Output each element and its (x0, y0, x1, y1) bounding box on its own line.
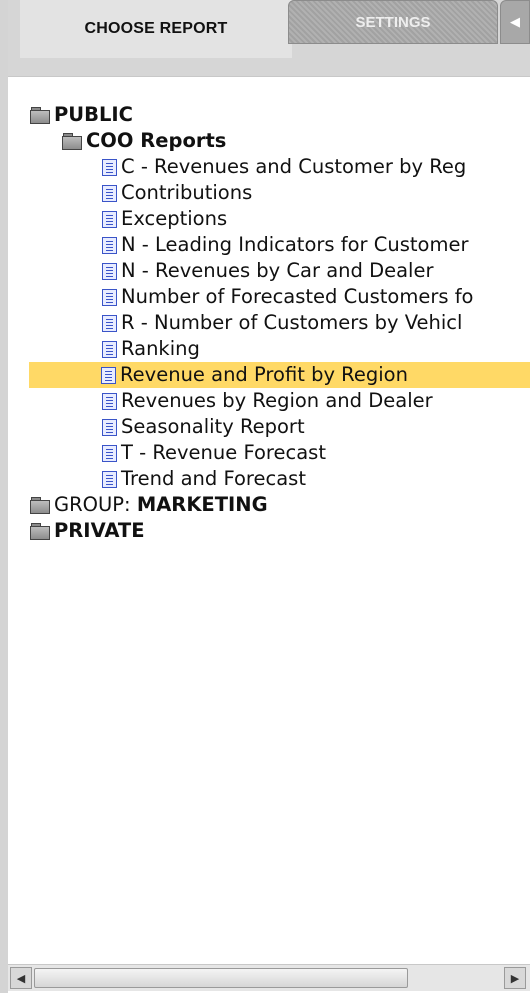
report-item-label: Exceptions (121, 207, 228, 230)
report-item-label: N - Leading Indicators for Customer (121, 233, 469, 256)
report-item[interactable]: Contributions (30, 180, 530, 206)
report-item-label: C - Revenues and Customer by Reg (121, 155, 467, 178)
arrow-left-icon: ◀ (510, 14, 520, 30)
document-icon (102, 236, 117, 254)
report-item-label: N - Revenues by Car and Dealer (121, 259, 434, 282)
report-item[interactable]: Number of Forecasted Customers fo (30, 284, 530, 310)
report-tree: PUBLIC COO Reports C - Revenues and Cust… (29, 102, 530, 544)
tab-strip: CHOOSE REPORT SETTINGS ◀ (8, 0, 530, 77)
document-icon (102, 288, 117, 306)
group-name: MARKETING (136, 493, 268, 516)
document-icon (102, 418, 117, 436)
report-item-label: Ranking (121, 337, 200, 360)
tree-node-label: PUBLIC (54, 103, 133, 126)
report-item[interactable]: Exceptions (30, 206, 530, 232)
document-icon (101, 366, 116, 384)
scrollbar-thumb[interactable] (34, 968, 408, 988)
tree-node-label: COO Reports (86, 129, 227, 152)
document-icon (102, 184, 117, 202)
report-item-label: Trend and Forecast (121, 467, 306, 490)
report-item[interactable]: Ranking (30, 336, 530, 362)
tab-scroll-left-button[interactable]: ◀ (500, 0, 530, 44)
document-icon (102, 314, 117, 332)
report-item-label: Seasonality Report (121, 415, 305, 438)
document-icon (102, 444, 117, 462)
report-chooser-panel: CHOOSE REPORT SETTINGS ◀ PUBLIC COO Repo… (0, 0, 530, 993)
document-icon (102, 210, 117, 228)
tab-choose-report[interactable]: CHOOSE REPORT (20, 0, 292, 58)
folder-icon (62, 133, 82, 150)
horizontal-scrollbar[interactable]: ◀ ▶ (8, 964, 530, 991)
report-item[interactable]: R - Number of Customers by Vehicl (30, 310, 530, 336)
tab-settings[interactable]: SETTINGS (288, 0, 498, 44)
report-item[interactable]: Seasonality Report (30, 414, 530, 440)
document-icon (102, 158, 117, 176)
tree-node-label: GROUP: MARKETING (54, 492, 268, 518)
group-prefix: GROUP: (54, 493, 137, 516)
folder-icon (30, 497, 50, 514)
report-item[interactable]: T - Revenue Forecast (30, 440, 530, 466)
report-item-label: Number of Forecasted Customers fo (121, 285, 474, 308)
arrow-left-icon: ◀ (16, 971, 26, 985)
document-icon (102, 340, 117, 358)
document-icon (102, 392, 117, 410)
report-item-label: R - Number of Customers by Vehicl (121, 311, 463, 334)
tree-node-coo-reports[interactable]: COO Reports (30, 128, 530, 154)
report-item-label: T - Revenue Forecast (121, 441, 326, 464)
report-item[interactable]: Revenue and Profit by Region (29, 362, 530, 388)
report-item[interactable]: N - Leading Indicators for Customer (30, 232, 530, 258)
report-item[interactable]: C - Revenues and Customer by Reg (30, 154, 530, 180)
tree-node-public[interactable]: PUBLIC (30, 102, 530, 128)
scroll-right-button[interactable]: ▶ (504, 967, 526, 989)
tree-node-group-marketing[interactable]: GROUP: MARKETING (30, 492, 530, 518)
report-item[interactable]: Revenues by Region and Dealer (30, 388, 530, 414)
tree-node-private[interactable]: PRIVATE (30, 518, 530, 544)
folder-icon (30, 523, 50, 540)
document-icon (102, 262, 117, 280)
tree-node-label: PRIVATE (54, 519, 145, 542)
document-icon (102, 470, 117, 488)
folder-icon (30, 107, 50, 124)
report-item[interactable]: N - Revenues by Car and Dealer (30, 258, 530, 284)
report-item[interactable]: Trend and Forecast (30, 466, 530, 492)
scroll-left-button[interactable]: ◀ (10, 967, 32, 989)
arrow-right-icon: ▶ (510, 971, 520, 985)
report-item-label: Contributions (121, 181, 253, 204)
report-item-label: Revenues by Region and Dealer (121, 389, 433, 412)
report-list: C - Revenues and Customer by Reg Contribu… (29, 154, 530, 492)
report-item-label: Revenue and Profit by Region (120, 363, 408, 386)
